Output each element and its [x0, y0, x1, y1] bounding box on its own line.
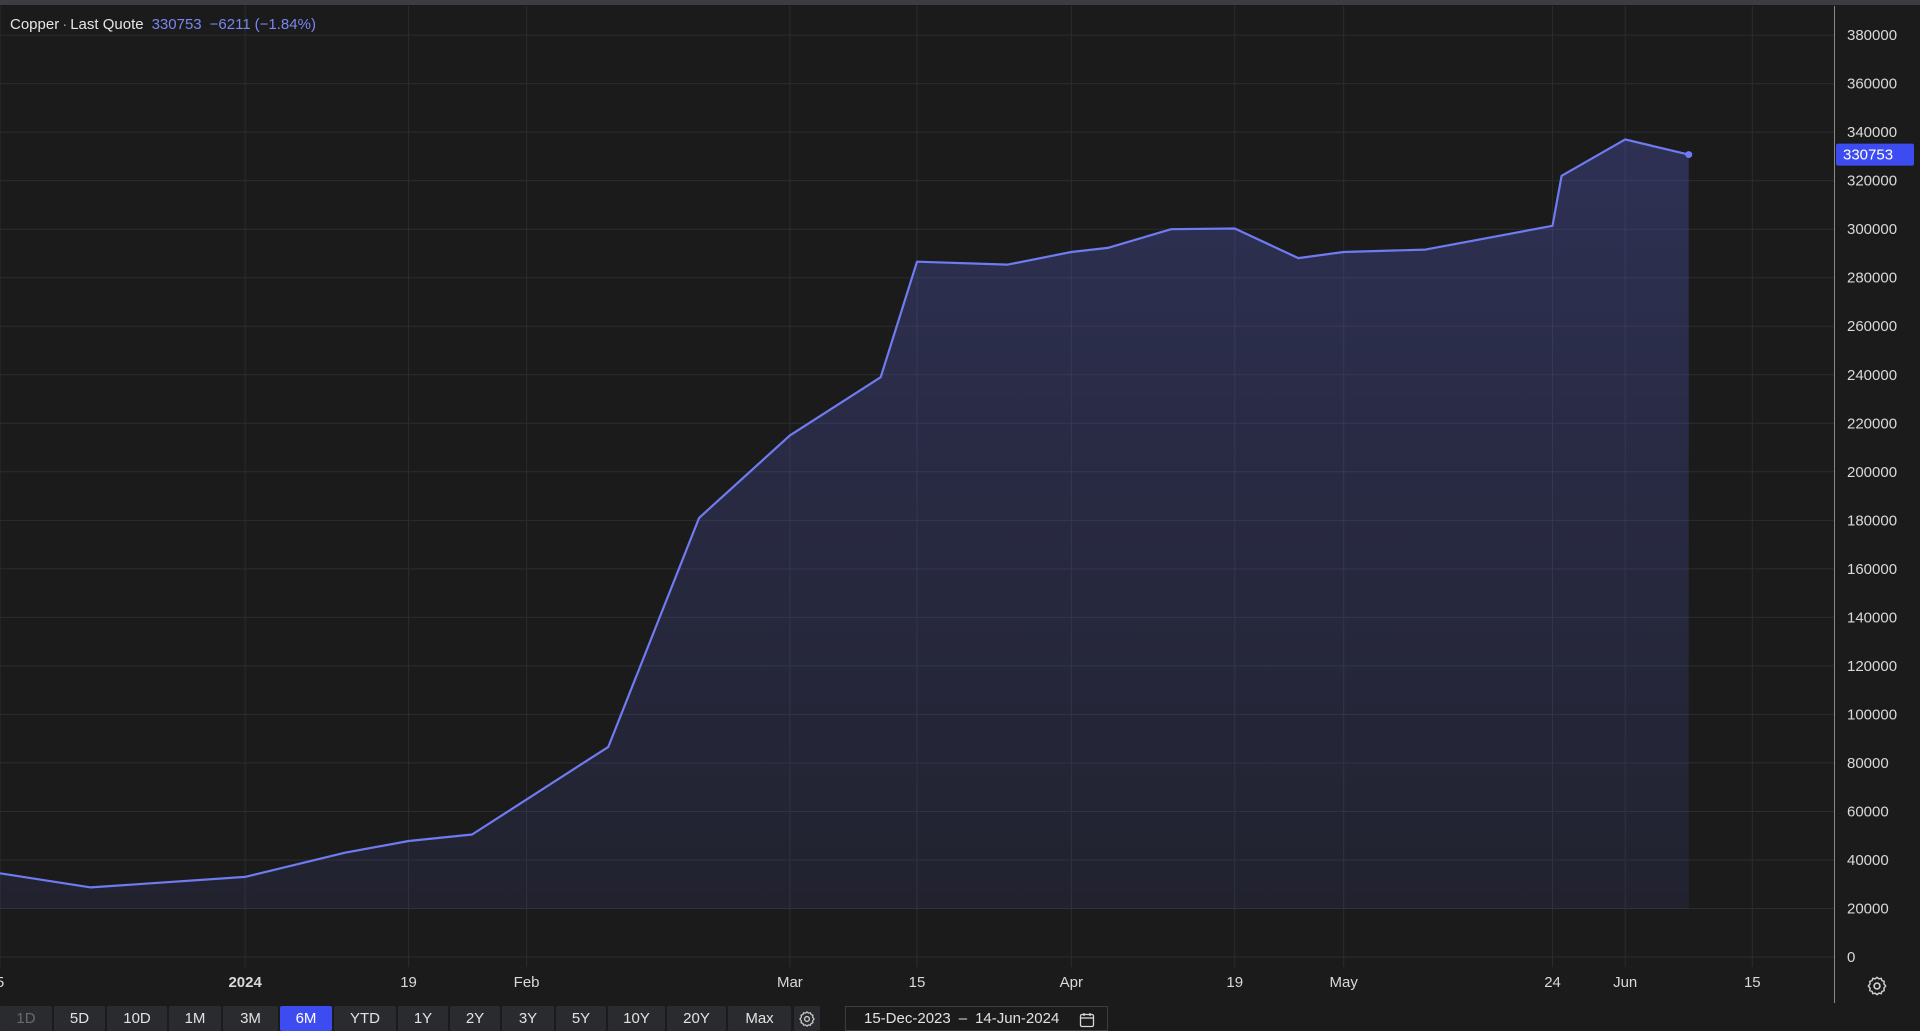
area-fill-layer [0, 139, 1689, 909]
range-button-2y[interactable]: 2Y [450, 1006, 500, 1031]
chart-settings-button[interactable] [1866, 975, 1888, 1002]
date-range-start: 15-Dec-2023 [864, 1010, 951, 1027]
y-tick-label: 220000 [1847, 415, 1897, 432]
y-axis: 0 20000 40000 60000 80000 100000 120000 140000 1… [1834, 6, 1914, 1003]
price-chart[interactable]: 0 20000 40000 60000 80000 100000 120000 140000 1… [0, 0, 1920, 1005]
range-settings-button[interactable] [794, 1006, 820, 1031]
range-button-5d[interactable]: 5D [54, 1006, 105, 1031]
last-quote-value: 330753 [151, 16, 202, 33]
y-tick-label: 180000 [1847, 512, 1897, 529]
gear-icon [1867, 976, 1887, 996]
last-value-label: 330753 [1843, 147, 1893, 164]
date-range-picker[interactable]: 15-Dec-2023–14-Jun-2024 [845, 1006, 1108, 1031]
range-button-1m[interactable]: 1M [169, 1006, 221, 1031]
y-tick-label: 0 [1847, 949, 1855, 966]
x-tick-label: 15 [909, 974, 926, 991]
x-tick-label: 24 [1544, 974, 1561, 991]
range-button-max[interactable]: Max [728, 1006, 791, 1031]
legend: Copper · Last Quote 330753 −6211 (−1.84%) [10, 16, 316, 33]
chart-window: 0 20000 40000 60000 80000 100000 120000 140000 1… [0, 0, 1920, 1031]
y-tick-label: 160000 [1847, 561, 1897, 578]
x-axis: 5 2024 19 Feb Mar 15 Apr 19 May 24 Jun 15 [0, 974, 1761, 991]
x-tick-label: 2024 [228, 974, 262, 991]
y-tick-label: 280000 [1847, 270, 1897, 287]
range-button-10d[interactable]: 10D [107, 1006, 167, 1031]
x-tick-label: Apr [1060, 974, 1083, 991]
y-tick-label: 200000 [1847, 464, 1897, 481]
y-tick-label: 360000 [1847, 76, 1897, 93]
calendar-icon [1079, 1013, 1095, 1028]
range-button-5y[interactable]: 5Y [556, 1006, 606, 1031]
x-tick-label: 15 [1744, 974, 1761, 991]
y-tick-label: 120000 [1847, 658, 1897, 675]
bottom-toolbar: 1D 5D 10D 1M 3M 6M YTD 1Y 2Y 3Y 5Y 10Y 2… [0, 1006, 1920, 1031]
x-tick-label: Mar [777, 974, 803, 991]
date-range-end: 14-Jun-2024 [975, 1010, 1060, 1027]
y-tick-label: 140000 [1847, 609, 1897, 626]
y-tick-label: 100000 [1847, 706, 1897, 723]
x-tick-label: Jun [1613, 974, 1637, 991]
y-tick-label: 240000 [1847, 367, 1897, 384]
y-tick-label: 40000 [1847, 852, 1889, 869]
y-tick-label: 320000 [1847, 173, 1897, 190]
range-button-10y[interactable]: 10Y [608, 1006, 665, 1031]
y-tick-label: 300000 [1847, 221, 1897, 238]
change-value: −6211 [209, 16, 251, 33]
range-button-20y[interactable]: 20Y [667, 1006, 726, 1031]
range-button-3y[interactable]: 3Y [502, 1006, 554, 1031]
x-tick-label: 5 [0, 974, 4, 991]
y-tick-label: 380000 [1847, 27, 1897, 44]
range-button-1y[interactable]: 1Y [398, 1006, 448, 1031]
gear-icon [799, 1011, 815, 1027]
last-point-marker [1685, 151, 1693, 159]
range-button-6m[interactable]: 6M [280, 1006, 332, 1031]
y-tick-label: 260000 [1847, 318, 1897, 335]
y-tick-label: 20000 [1847, 900, 1889, 917]
symbol-name: Copper [10, 16, 60, 33]
x-tick-label: 19 [400, 974, 417, 991]
legend-separator: · [62, 16, 68, 33]
y-tick-label: 80000 [1847, 755, 1889, 772]
x-tick-label: Feb [514, 974, 540, 991]
date-range-separator: – [958, 1010, 968, 1027]
range-button-3m[interactable]: 3M [223, 1006, 278, 1031]
x-tick-label: 19 [1226, 974, 1243, 991]
y-tick-label: 340000 [1847, 124, 1897, 141]
range-button-ytd[interactable]: YTD [334, 1006, 396, 1031]
x-tick-label: May [1330, 974, 1359, 991]
series-area [0, 139, 1689, 909]
quote-label: Last Quote [70, 16, 144, 33]
change-percent: (−1.84%) [254, 16, 316, 33]
y-tick-label: 60000 [1847, 803, 1889, 820]
range-button-1d[interactable]: 1D [0, 1006, 52, 1031]
